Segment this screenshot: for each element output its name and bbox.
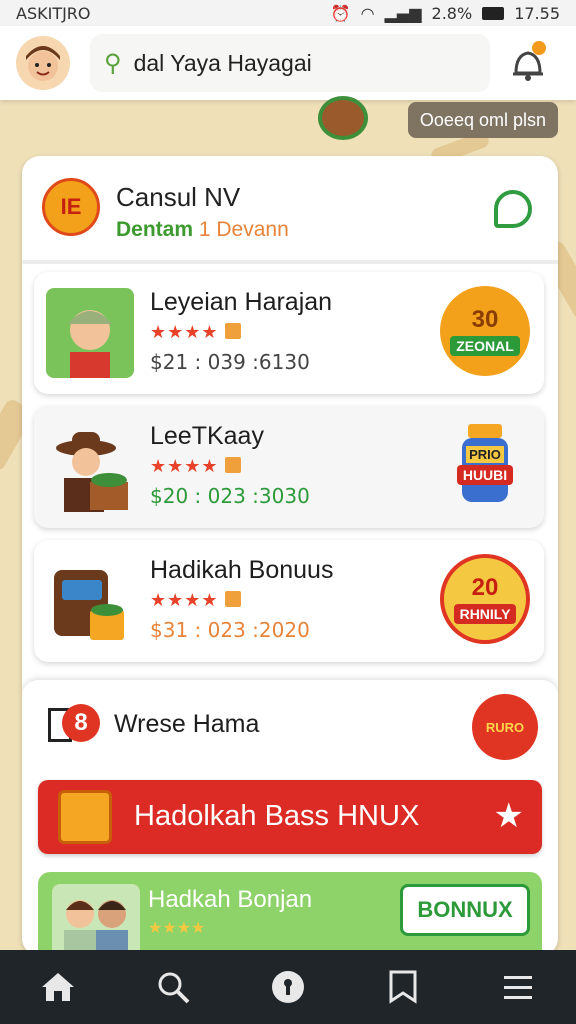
- rating-extra-icon: [224, 591, 241, 607]
- badge-ribbon: HUUBI: [456, 464, 514, 485]
- avatar-face-icon: [26, 46, 60, 81]
- offer-name: Hadikah Bonuus: [150, 556, 334, 584]
- search-icon: ⚲: [104, 49, 122, 77]
- tag-icon[interactable]: [494, 190, 532, 228]
- avatar[interactable]: [16, 36, 70, 90]
- card-header: IE Cansul NV Dentam 1 Devann: [22, 156, 558, 260]
- status-carrier: ASKITJRO: [16, 3, 91, 23]
- offer-name: LeeTKaay: [150, 422, 264, 450]
- offer-card[interactable]: Leyeian Harajan ★★★★ $21 : 039 :6130 30 …: [34, 272, 544, 394]
- rating-extra-icon: [224, 457, 241, 473]
- search-bar[interactable]: ⚲: [90, 34, 490, 92]
- rewards-seal: RURO: [472, 694, 538, 760]
- offer-price: $31 : 023 :2020: [150, 618, 310, 642]
- search-icon[interactable]: [153, 967, 193, 1007]
- status-bar: ASKITJRO ⏰ ◠ ▂▄▆ 2.8% 17.55: [0, 0, 576, 26]
- subtitle-main: Dentam: [116, 218, 194, 241]
- main-card: IE Cansul NV Dentam 1 Devann Leyeian Har…: [22, 156, 558, 956]
- gift-icon: [58, 790, 112, 844]
- offer-name: Leyeian Harajan: [150, 288, 333, 316]
- bottom-nav: [0, 950, 576, 1024]
- bonus-card-label: Hadkah Bonjan: [148, 886, 313, 913]
- badge-value: 30: [471, 306, 499, 333]
- discount-badge: 30 ZEONAL: [440, 286, 530, 376]
- status-time: 17.55: [514, 3, 560, 23]
- farmer-icon: [56, 432, 128, 512]
- mascot-icon: [318, 96, 368, 140]
- offer-card[interactable]: Hadikah Bonuus ★★★★ $31 : 023 :2020 20 R…: [34, 540, 544, 662]
- product-badge-text: PRIO HUUBI: [440, 420, 530, 510]
- star-icon[interactable]: ★: [494, 796, 524, 836]
- people-icon: [64, 900, 128, 956]
- battery-icon: [482, 6, 505, 20]
- badge-ribbon: RHNILY: [453, 604, 517, 624]
- rating-stars: ★★★★: [150, 456, 241, 477]
- rating-stars: ★★★★: [150, 590, 241, 611]
- rating-stars: ★★★★: [150, 322, 241, 343]
- menu-icon[interactable]: [498, 967, 538, 1007]
- divider: [22, 260, 558, 264]
- discount-badge: 20 RHNILY: [440, 554, 530, 644]
- section-title: Cansul NV: [116, 182, 241, 212]
- rating-stars: ★★★★: [148, 920, 206, 937]
- battery-percent: 2.8%: [431, 3, 473, 23]
- section-subtitle: Dentam 1 Devann: [116, 218, 289, 242]
- wifi-icon: ◠: [360, 3, 375, 23]
- plan-chip[interactable]: Ooeeq oml plsn: [407, 102, 558, 138]
- badge-value: PRIO: [466, 445, 504, 463]
- lock-icon[interactable]: [268, 967, 308, 1007]
- subtitle-accent: 1 Devann: [198, 218, 289, 241]
- app-header: ⚲: [0, 26, 576, 100]
- notification-dot: [532, 41, 546, 55]
- rewards-title: Wrese Hama: [114, 710, 260, 738]
- wallet-icon: [54, 570, 124, 640]
- status-right: ⏰ ◠ ▂▄▆ 2.8% 17.55: [331, 4, 560, 23]
- home-icon[interactable]: [38, 967, 78, 1007]
- rating-extra-icon: [224, 323, 241, 339]
- offer-image: [46, 556, 134, 646]
- rewards-section: 8 Wrese Hama RURO Hadolkah Bass HNUX ★ H…: [22, 680, 558, 956]
- section-logo: IE: [42, 178, 100, 236]
- badge-ribbon: ZEONAL: [450, 336, 520, 356]
- rewards-count: 8: [62, 704, 100, 742]
- bonus-image: [52, 884, 140, 956]
- offer-price: $21 : 039 :6130: [150, 350, 310, 374]
- offer-price: $20 : 023 :3030: [150, 484, 310, 508]
- signal-icon: ▂▄▆: [384, 3, 422, 23]
- search-input[interactable]: [131, 48, 466, 78]
- person-icon: [68, 310, 112, 378]
- bonus-claim-button[interactable]: BONNUX: [400, 884, 530, 936]
- offer-image: [46, 288, 134, 378]
- bonus-card[interactable]: Hadkah Bonjan ★★★★ BONNUX: [38, 872, 542, 956]
- offer-image: [46, 422, 134, 512]
- bonus-button-label: Hadolkah Bass HNUX: [134, 800, 420, 832]
- offer-card[interactable]: LeeTKaay ★★★★ $20 : 023 :3030 PRIO HUUBI: [34, 406, 544, 528]
- bonus-button[interactable]: Hadolkah Bass HNUX ★: [38, 780, 542, 854]
- alarm-icon: ⏰: [330, 3, 351, 23]
- notification-bell[interactable]: [510, 41, 546, 83]
- bookmark-icon[interactable]: [383, 967, 423, 1007]
- badge-value: 20: [471, 574, 499, 601]
